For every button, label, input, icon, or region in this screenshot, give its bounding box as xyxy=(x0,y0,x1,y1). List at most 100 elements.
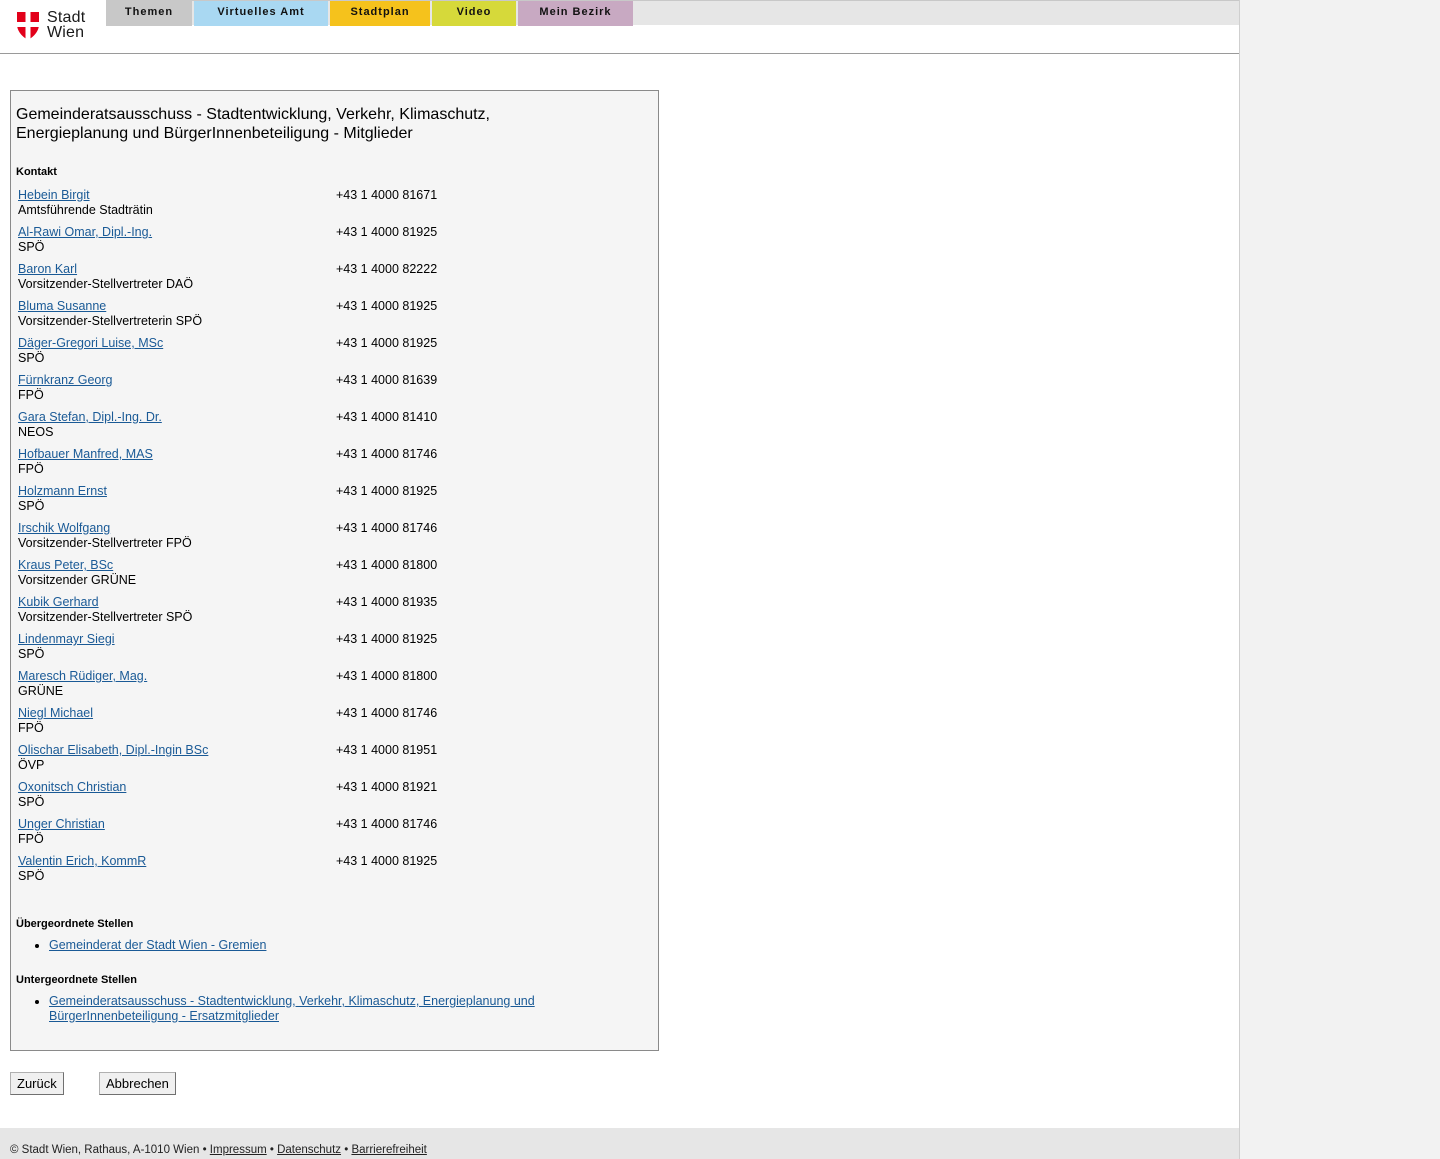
contact-name-link[interactable]: Niegl Michael xyxy=(18,706,93,721)
contact-phone: +43 1 4000 81925 xyxy=(336,225,438,239)
contact-phone: +43 1 4000 81925 xyxy=(336,336,438,350)
contact-name-link[interactable]: Valentin Erich, KommR xyxy=(18,854,146,869)
nav-tab-virtuelles-amt[interactable]: Virtuelles Amt xyxy=(194,1,328,26)
contact-phone: +43 1 4000 81746 xyxy=(336,817,438,831)
cancel-button[interactable]: Abbrechen xyxy=(99,1072,176,1095)
contact-name-link[interactable]: Gara Stefan, Dipl.-Ing. Dr. xyxy=(18,410,162,425)
contact-row: Hofbauer Manfred, MAS FPÖ +43 1 4000 81746 xyxy=(18,447,638,484)
contact-role: Vorsitzender-Stellvertreter FPÖ xyxy=(18,536,192,550)
contact-name-link[interactable]: Baron Karl xyxy=(18,262,77,277)
contact-list: Hebein Birgit Amtsführende Stadträtin +43 … xyxy=(18,188,638,891)
contact-name-link[interactable]: Al-Rawi Omar, Dipl.-Ing. xyxy=(18,225,152,240)
contact-row: Gara Stefan, Dipl.-Ing. Dr. NEOS +43 1 400… xyxy=(18,410,638,447)
contact-row: Maresch Rüdiger, Mag. GRÜNE +43 1 4000 818… xyxy=(18,669,638,706)
site-footer: © Stadt Wien, Rathaus, A-1010 Wien • Imp… xyxy=(0,1128,1239,1159)
contact-phone: +43 1 4000 81925 xyxy=(336,632,438,646)
contact-role: SPÖ xyxy=(18,351,45,365)
parent-unit-link[interactable]: Gemeinderat der Stadt Wien - Gremien xyxy=(49,938,266,952)
child-unit-link[interactable]: Gemeinderatsausschuss - Stadtentwicklung… xyxy=(49,994,535,1023)
logo-line-2: Wien xyxy=(47,24,85,41)
contact-row: Kraus Peter, BSc Vorsitzender GRÜNE +43 1 … xyxy=(18,558,638,595)
footer-link-barrierefreiheit[interactable]: Barrierefreiheit xyxy=(351,1144,426,1156)
parent-units-list: Gemeinderat der Stadt Wien - Gremien xyxy=(11,938,611,953)
contact-role: SPÖ xyxy=(18,240,45,254)
nav-tab-video[interactable]: Video xyxy=(432,1,516,26)
contact-row: Kubik Gerhard Vorsitzender-Stellvertreter… xyxy=(18,595,638,632)
contact-phone: +43 1 4000 81951 xyxy=(336,743,438,757)
contact-role: SPÖ xyxy=(18,647,45,661)
contact-name-link[interactable]: Däger-Gregori Luise, MSc xyxy=(18,336,163,351)
contact-name-link[interactable]: Lindenmayr Siegi xyxy=(18,632,115,647)
logo-text: Stadt Wien xyxy=(47,9,107,41)
contact-role: Vorsitzender-Stellvertreter SPÖ xyxy=(18,610,193,624)
contact-role: GRÜNE xyxy=(18,684,64,698)
contact-role: NEOS xyxy=(18,425,54,439)
footer-separator: • xyxy=(266,1144,278,1156)
contact-row: Hebein Birgit Amtsführende Stadträtin +43 … xyxy=(18,188,638,225)
contact-role: SPÖ xyxy=(18,795,45,809)
nav-tab-mein-bezirk[interactable]: Mein Bezirk xyxy=(518,1,633,26)
contact-phone: +43 1 4000 81925 xyxy=(336,854,438,868)
child-units-heading: Untergeordnete Stellen xyxy=(16,974,138,986)
contact-phone: +43 1 4000 81925 xyxy=(336,299,438,313)
contact-role: FPÖ xyxy=(18,462,44,476)
contact-role: Amtsführende Stadträtin xyxy=(18,203,153,217)
contact-phone: +43 1 4000 81800 xyxy=(336,669,438,683)
back-button[interactable]: Zurück xyxy=(10,1072,64,1095)
contact-name-link[interactable]: Hebein Birgit xyxy=(18,188,90,203)
contact-row: Oxonitsch Christian SPÖ +43 1 4000 81921 xyxy=(18,780,638,817)
contact-phone: +43 1 4000 81925 xyxy=(336,484,438,498)
footer-link-datenschutz[interactable]: Datenschutz xyxy=(277,1144,341,1156)
contact-row: Valentin Erich, KommR SPÖ +43 1 4000 81925 xyxy=(18,854,638,891)
contact-phone: +43 1 4000 81800 xyxy=(336,558,438,572)
contact-phone: +43 1 4000 81639 xyxy=(336,373,438,387)
wien-shield-icon xyxy=(17,12,39,40)
contact-phone: +43 1 4000 82222 xyxy=(336,262,438,276)
contact-role: FPÖ xyxy=(18,832,44,846)
contact-phone: +43 1 4000 81410 xyxy=(336,410,438,424)
contact-name-link[interactable]: Kraus Peter, BSc xyxy=(18,558,113,573)
contact-role: FPÖ xyxy=(18,721,44,735)
members-panel: Gemeinderatsausschuss - Stadtentwicklung… xyxy=(10,90,659,1051)
page-title: Gemeinderatsausschuss - Stadtentwicklung… xyxy=(16,106,490,142)
contact-name-link[interactable]: Olischar Elisabeth, Dipl.-Ingin BSc xyxy=(18,743,208,758)
contact-phone: +43 1 4000 81935 xyxy=(336,595,438,609)
contact-row: Holzmann Ernst SPÖ +43 1 4000 81925 xyxy=(18,484,638,521)
contact-role: Vorsitzender-Stellvertreterin SPÖ xyxy=(18,314,203,328)
contact-name-link[interactable]: Holzmann Ernst xyxy=(18,484,107,499)
contact-row: Baron Karl Vorsitzender-Stellvertreter DA… xyxy=(18,262,638,299)
nav-tab-themen[interactable]: Themen xyxy=(106,1,192,26)
contact-role: Vorsitzender-Stellvertreter DAÖ xyxy=(18,277,194,291)
site-header: Stadt Wien Themen Virtuelles Amt Stadtpl… xyxy=(0,0,1239,54)
contact-phone: +43 1 4000 81746 xyxy=(336,521,438,535)
contact-name-link[interactable]: Hofbauer Manfred, MAS xyxy=(18,447,153,462)
contact-phone: +43 1 4000 81746 xyxy=(336,447,438,461)
logo-line-1: Stadt xyxy=(47,9,86,26)
contact-phone: +43 1 4000 81921 xyxy=(336,780,438,794)
contact-row: Niegl Michael FPÖ +43 1 4000 81746 xyxy=(18,706,638,743)
contact-name-link[interactable]: Bluma Susanne xyxy=(18,299,106,314)
contact-role: Vorsitzender GRÜNE xyxy=(18,573,137,587)
list-item: Gemeinderat der Stadt Wien - Gremien xyxy=(49,938,611,953)
contact-role: SPÖ xyxy=(18,869,45,883)
contact-row: Olischar Elisabeth, Dipl.-Ingin BSc ÖVP +4… xyxy=(18,743,638,780)
nav-tab-stadtplan[interactable]: Stadtplan xyxy=(330,1,430,26)
list-item: Gemeinderatsausschuss - Stadtentwicklung… xyxy=(49,994,571,1024)
contact-name-link[interactable]: Maresch Rüdiger, Mag. xyxy=(18,669,147,684)
contact-role: FPÖ xyxy=(18,388,44,402)
contact-name-link[interactable]: Oxonitsch Christian xyxy=(18,780,126,795)
main-navigation: Themen Virtuelles Amt Stadtplan Video Me… xyxy=(106,0,1239,26)
footer-copyright: © Stadt Wien, Rathaus, A-1010 Wien xyxy=(10,1144,200,1156)
contact-phone: +43 1 4000 81746 xyxy=(336,706,438,720)
contact-phone: +43 1 4000 81671 xyxy=(336,188,438,202)
contact-heading: Kontakt xyxy=(16,166,57,178)
contact-row: Al-Rawi Omar, Dipl.-Ing. SPÖ +43 1 4000 81… xyxy=(18,225,638,262)
contact-name-link[interactable]: Fürnkranz Georg xyxy=(18,373,112,388)
contact-name-link[interactable]: Kubik Gerhard xyxy=(18,595,99,610)
stadt-wien-logo[interactable]: Stadt Wien xyxy=(16,10,96,44)
contact-name-link[interactable]: Irschik Wolfgang xyxy=(18,521,110,536)
footer-link-impressum[interactable]: Impressum xyxy=(210,1144,267,1156)
contact-row: Däger-Gregori Luise, MSc SPÖ +43 1 4000 81… xyxy=(18,336,638,373)
contact-name-link[interactable]: Unger Christian xyxy=(18,817,105,832)
parent-units-heading: Übergeordnete Stellen xyxy=(16,918,134,930)
